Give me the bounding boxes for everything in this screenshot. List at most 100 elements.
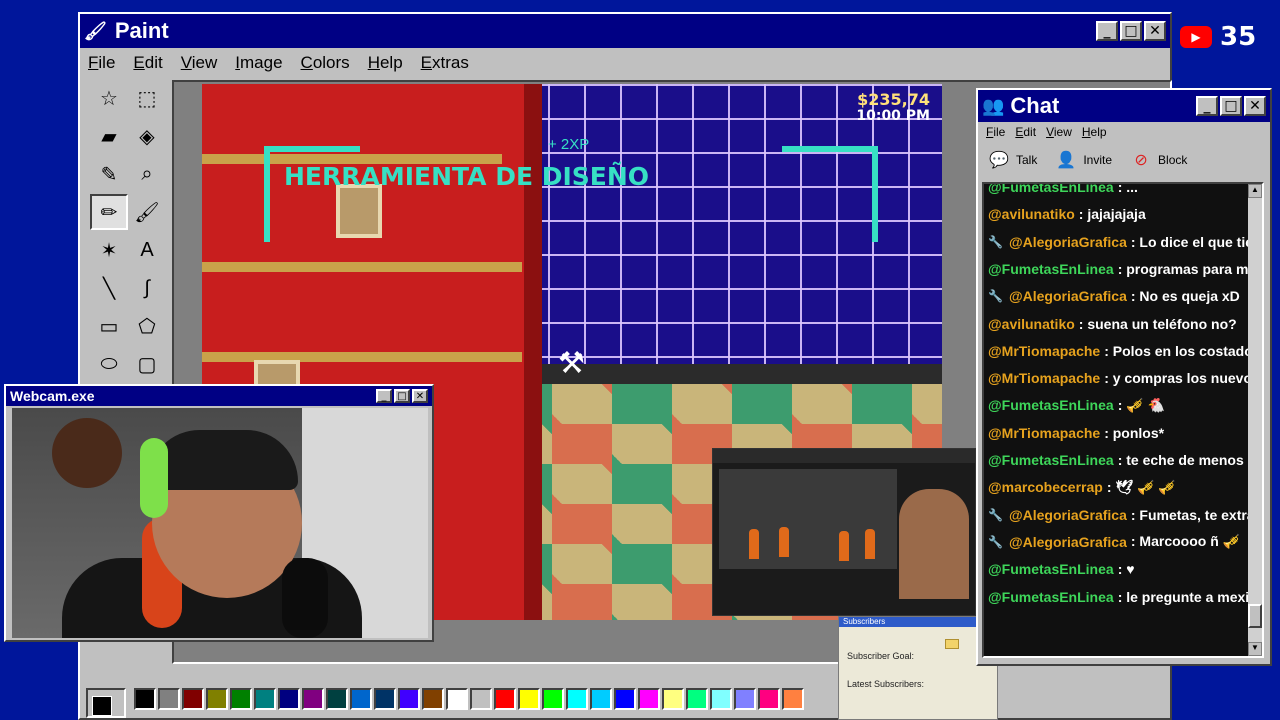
palette-swatch[interactable] [638, 688, 660, 710]
palette-swatch[interactable] [542, 688, 564, 710]
chat-menu-help[interactable]: Help [1082, 125, 1107, 139]
menu-colors[interactable]: Colors [301, 53, 350, 73]
palette-swatch[interactable] [422, 688, 444, 710]
current-colors[interactable] [86, 688, 126, 718]
menu-image[interactable]: Image [235, 53, 282, 73]
chat-username[interactable]: @FumetasEnLinea [988, 397, 1114, 413]
palette-swatch[interactable] [278, 688, 300, 710]
palette-swatch[interactable] [710, 688, 732, 710]
palette-swatch[interactable] [518, 688, 540, 710]
chat-username[interactable]: @MrTiomapache [988, 425, 1100, 441]
chat-maximize-button[interactable]: □ [1220, 96, 1242, 116]
palette-swatch[interactable] [230, 688, 252, 710]
chat-username[interactable]: @FumetasEnLinea [988, 261, 1114, 277]
chat-username[interactable]: @AlegoriaGrafica [1009, 234, 1127, 250]
palette-swatch[interactable] [350, 688, 372, 710]
chat-message: 🔧 @AlegoriaGrafica: Fumetas, te extraño <… [984, 504, 1262, 526]
palette-swatch[interactable] [686, 688, 708, 710]
palette-swatch[interactable] [494, 688, 516, 710]
chat-menu-file[interactable]: File [986, 125, 1005, 139]
youtube-icon [982, 537, 984, 546]
chat-username[interactable]: @FumetasEnLinea [988, 452, 1114, 468]
scroll-up-icon[interactable]: ▲ [1248, 184, 1262, 198]
chat-username[interactable]: @AlegoriaGrafica [1009, 534, 1127, 550]
airbrush-icon[interactable]: ✶ [90, 232, 128, 268]
youtube-icon [982, 264, 984, 273]
webcam-close-button[interactable]: ✕ [412, 389, 428, 403]
hud-time: 10:00 PM [856, 108, 930, 124]
rounded-rect-icon[interactable]: ▢ [128, 346, 166, 382]
color-picker-icon[interactable]: ✎ [90, 156, 128, 192]
chat-username[interactable]: @avilunatiko [988, 206, 1075, 222]
invite-button[interactable]: 👤 Invite [1055, 150, 1112, 170]
chat-text: : Polos en los costados [1104, 342, 1261, 359]
palette-swatch[interactable] [134, 688, 156, 710]
chat-username[interactable]: @FumetasEnLinea [988, 561, 1114, 577]
scroll-thumb[interactable] [1248, 604, 1262, 628]
ellipse-icon[interactable]: ⬭ [90, 346, 128, 382]
maximize-button[interactable]: □ [1120, 21, 1142, 41]
palette-swatch[interactable] [566, 688, 588, 710]
brush-icon[interactable]: 🖌 [128, 194, 166, 230]
palette-swatch[interactable] [614, 688, 636, 710]
menu-view[interactable]: View [181, 53, 218, 73]
chat-minimize-button[interactable]: _ [1196, 96, 1218, 116]
palette-swatch[interactable] [158, 688, 180, 710]
palette-swatch[interactable] [758, 688, 780, 710]
menu-help[interactable]: Help [368, 53, 403, 73]
webcam-minimize-button[interactable]: _ [376, 389, 392, 403]
menu-file[interactable]: File [88, 53, 115, 73]
chat-username[interactable]: @MrTiomapache [988, 343, 1100, 359]
fill-bucket-icon[interactable]: ◈ [128, 118, 166, 154]
chat-username[interactable]: @marcobecerrap [988, 479, 1103, 495]
palette-swatch[interactable] [782, 688, 804, 710]
palette-swatch[interactable] [446, 688, 468, 710]
webcam-maximize-button[interactable]: □ [394, 389, 410, 403]
palette-swatch[interactable] [398, 688, 420, 710]
talk-button[interactable]: 💬 Talk [988, 150, 1037, 170]
palette-swatch[interactable] [302, 688, 324, 710]
chat-username[interactable]: @AlegoriaGrafica [1009, 288, 1127, 304]
palette-swatch[interactable] [734, 688, 756, 710]
curve-icon[interactable]: ∫ [128, 270, 166, 306]
palette-swatch[interactable] [206, 688, 228, 710]
scroll-down-icon[interactable]: ▼ [1248, 642, 1262, 656]
block-button[interactable]: ⊘ Block [1130, 150, 1187, 170]
polygon-icon[interactable]: ⬠ [128, 308, 166, 344]
chat-username[interactable]: @AlegoriaGrafica [1009, 507, 1127, 523]
chat-username[interactable]: @avilunatiko [988, 316, 1075, 332]
free-select-icon[interactable]: ☆ [90, 80, 128, 116]
rectangle-icon[interactable]: ▭ [90, 308, 128, 344]
magnifier-icon[interactable]: ⌕ [128, 156, 166, 192]
text-tool-icon[interactable]: A [128, 232, 166, 268]
webcam-titlebar[interactable]: Webcam.exe _ □ ✕ [6, 386, 432, 406]
eraser-icon[interactable]: ▰ [90, 118, 128, 154]
close-button[interactable]: ✕ [1144, 21, 1166, 41]
line-icon[interactable]: ╲ [90, 270, 128, 306]
palette-swatch[interactable] [590, 688, 612, 710]
menu-extras[interactable]: Extras [421, 53, 469, 73]
minimize-button[interactable]: _ [1096, 21, 1118, 41]
palette-swatch[interactable] [470, 688, 492, 710]
pencil-icon[interactable]: ✏ [90, 194, 128, 230]
chat-scrollbar[interactable]: ▲ ▼ [1248, 184, 1262, 656]
palette-swatch[interactable] [662, 688, 684, 710]
chat-log[interactable]: @FumetasEnLinea: le pregunte a mexi que @… [982, 182, 1264, 658]
moderator-wrench-icon: 🔧 [988, 289, 1003, 304]
palette-swatch[interactable] [182, 688, 204, 710]
chat-username[interactable]: @FumetasEnLinea [988, 589, 1114, 605]
chat-titlebar[interactable]: 👥 Chat _ □ ✕ [978, 90, 1270, 122]
menu-edit[interactable]: Edit [133, 53, 162, 73]
chat-close-button[interactable]: ✕ [1244, 96, 1266, 116]
palette-swatch[interactable] [326, 688, 348, 710]
youtube-icon [982, 428, 984, 437]
chat-menubar: File Edit View Help [978, 122, 1270, 142]
chat-menu-edit[interactable]: Edit [1015, 125, 1036, 139]
palette-swatch[interactable] [374, 688, 396, 710]
rect-select-icon[interactable]: ⬚ [128, 80, 166, 116]
chat-username[interactable]: @FumetasEnLinea [988, 184, 1114, 195]
palette-swatch[interactable] [254, 688, 276, 710]
chat-menu-view[interactable]: View [1046, 125, 1072, 139]
paint-titlebar[interactable]: 🖌 Paint _ □ ✕ [80, 14, 1170, 48]
chat-username[interactable]: @MrTiomapache [988, 370, 1100, 386]
